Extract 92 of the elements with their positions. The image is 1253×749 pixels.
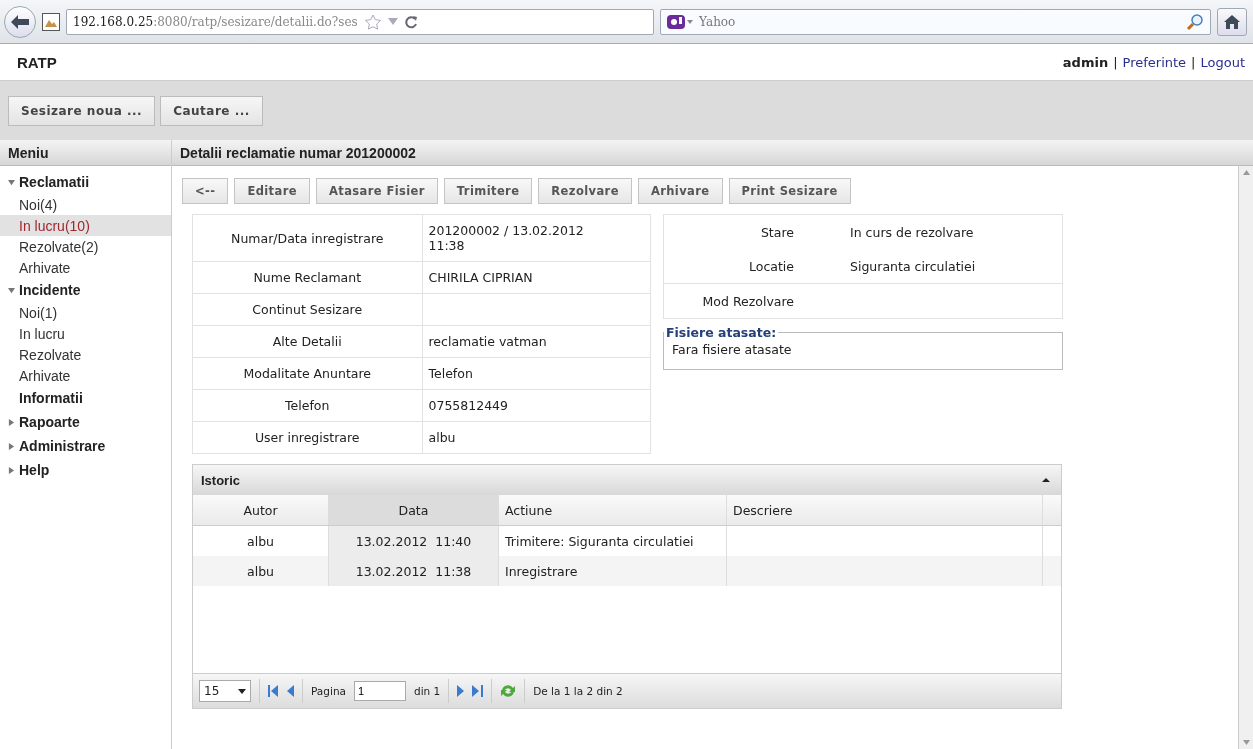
first-page-icon[interactable] — [268, 685, 279, 697]
back-button[interactable] — [4, 5, 36, 38]
record-summary: De la 1 la 2 din 2 — [533, 685, 623, 697]
table-cell: 13.02.2012 11:38 — [355, 563, 472, 579]
field-label: User inregistrare — [192, 421, 422, 454]
back-arrow-icon[interactable] — [11, 14, 29, 29]
toolbar-button[interactable]: Sesizare noua ... — [8, 95, 156, 126]
action-button[interactable]: Editare — [234, 178, 310, 204]
field-value: CHIRILA CIPRIAN — [428, 270, 533, 285]
page-label: Pagina — [311, 685, 346, 697]
field-label: Telefon — [192, 389, 422, 422]
search-field[interactable]: Yahoo — [660, 8, 1211, 35]
attachments-legend: Fisiere atasate: — [664, 325, 779, 340]
collapsed-triangle-icon[interactable] — [8, 418, 15, 426]
previous-page-icon[interactable] — [287, 685, 294, 697]
menu-item[interactable]: Rezolvate — [0, 344, 171, 365]
field-label: Alte Detalii — [192, 325, 422, 358]
field-label: Stare — [760, 224, 794, 240]
scroll-down-icon[interactable] — [1242, 740, 1250, 745]
field-label: Locatie — [749, 258, 794, 274]
field-value: Siguranta circulatiei — [849, 258, 976, 274]
scroll-up-icon[interactable] — [1242, 170, 1250, 175]
action-button[interactable]: Trimitere — [443, 178, 533, 204]
last-page-icon[interactable] — [472, 685, 484, 697]
menu-group[interactable]: Help — [19, 462, 50, 478]
header-link[interactable]: Preferinte — [1122, 54, 1187, 70]
separator: | — [1113, 54, 1118, 70]
field-value: albu — [428, 430, 456, 445]
action-button[interactable]: Print Sesizare — [728, 178, 851, 204]
search-icon[interactable] — [1186, 12, 1204, 31]
address-field[interactable]: 192.168.0.25:8080/ratp/sesizare/detalii.do?ses — [66, 8, 654, 35]
menu-item[interactable]: Arhivate — [0, 365, 171, 386]
username: admin — [1062, 54, 1109, 70]
action-button[interactable]: <-- — [182, 178, 229, 204]
field-label: Numar/Data inregistrare — [192, 214, 422, 262]
menu-item[interactable]: In lucru — [0, 323, 171, 344]
field-value: In curs de rezolvare — [849, 224, 974, 240]
menu-item[interactable]: Noi(4) — [0, 194, 171, 215]
menu-item[interactable]: Rezolvate(2) — [0, 236, 171, 257]
menu-item[interactable]: In lucru(10) — [0, 215, 171, 236]
column-header[interactable]: Data — [329, 495, 499, 525]
app-title: RATP — [17, 53, 57, 71]
collapsed-triangle-icon[interactable] — [8, 442, 15, 450]
home-button[interactable] — [1217, 7, 1247, 36]
dropdown-arrow-icon[interactable] — [387, 17, 398, 26]
action-button[interactable]: Arhivare — [637, 178, 723, 204]
bookmark-star-icon[interactable] — [363, 13, 382, 30]
field-value: reclamatie vatman — [428, 334, 547, 349]
field-value: 0755812449 — [428, 398, 509, 413]
page-size-select[interactable]: 15 — [199, 680, 251, 702]
table-cell: Trimitere: Siguranta circulatiei — [505, 533, 694, 549]
field-label: Modalitate Anuntare — [192, 357, 422, 390]
action-button[interactable]: Atasare Fisier — [315, 178, 438, 204]
table-cell: 13.02.2012 11:40 — [355, 533, 472, 549]
page-input[interactable]: 1 — [353, 681, 406, 701]
collapsed-triangle-icon[interactable] — [8, 466, 15, 474]
table-cell: albu — [247, 563, 274, 579]
expanded-triangle-icon[interactable] — [8, 178, 15, 186]
field-label: Mod Rezolvare — [702, 293, 794, 309]
toolbar-button[interactable]: Cautare ... — [160, 95, 263, 126]
menu-group[interactable]: Reclamatii — [19, 174, 90, 190]
column-header[interactable]: Actiune — [499, 495, 727, 525]
menu-group[interactable]: Incidente — [19, 282, 81, 298]
menu-group[interactable]: Rapoarte — [19, 414, 80, 430]
grid-title: Istoric — [201, 472, 240, 488]
menu-header: Meniu — [0, 140, 171, 166]
field-value: Telefon — [428, 366, 473, 381]
table-cell: Inregistrare — [505, 563, 578, 579]
reload-icon[interactable] — [403, 14, 418, 29]
action-button[interactable]: Rezolvare — [538, 178, 632, 204]
menu-group[interactable]: Administrare — [19, 438, 106, 454]
panel-title: Detalii reclamatie numar 201200002 — [172, 140, 1253, 166]
field-label: Continut Sesizare — [192, 293, 422, 326]
refresh-icon[interactable] — [500, 684, 517, 698]
column-header[interactable]: Descriere — [727, 495, 1043, 525]
menu-item[interactable]: Noi(1) — [0, 302, 171, 323]
field-label: Nume Reclamant — [192, 261, 422, 294]
favicon-icon — [42, 12, 60, 31]
attachments-text: Fara fisiere atasate — [672, 342, 792, 357]
search-engine-icon[interactable] — [667, 14, 693, 29]
table-cell: albu — [247, 533, 274, 549]
expanded-triangle-icon[interactable] — [8, 286, 15, 294]
separator: | — [1191, 54, 1196, 70]
scrollbar[interactable] — [1238, 166, 1253, 749]
next-page-icon[interactable] — [457, 685, 465, 697]
header-link[interactable]: Logout — [1200, 54, 1245, 70]
page-total: din 1 — [413, 685, 441, 697]
caret-icon[interactable] — [238, 688, 246, 694]
home-icon[interactable] — [1224, 14, 1240, 29]
menu-item[interactable]: Arhivate — [0, 257, 171, 278]
field-value: 201200002 / 13.02.2012 11:38 — [428, 223, 584, 253]
menu-item[interactable]: Informatii — [19, 390, 83, 406]
